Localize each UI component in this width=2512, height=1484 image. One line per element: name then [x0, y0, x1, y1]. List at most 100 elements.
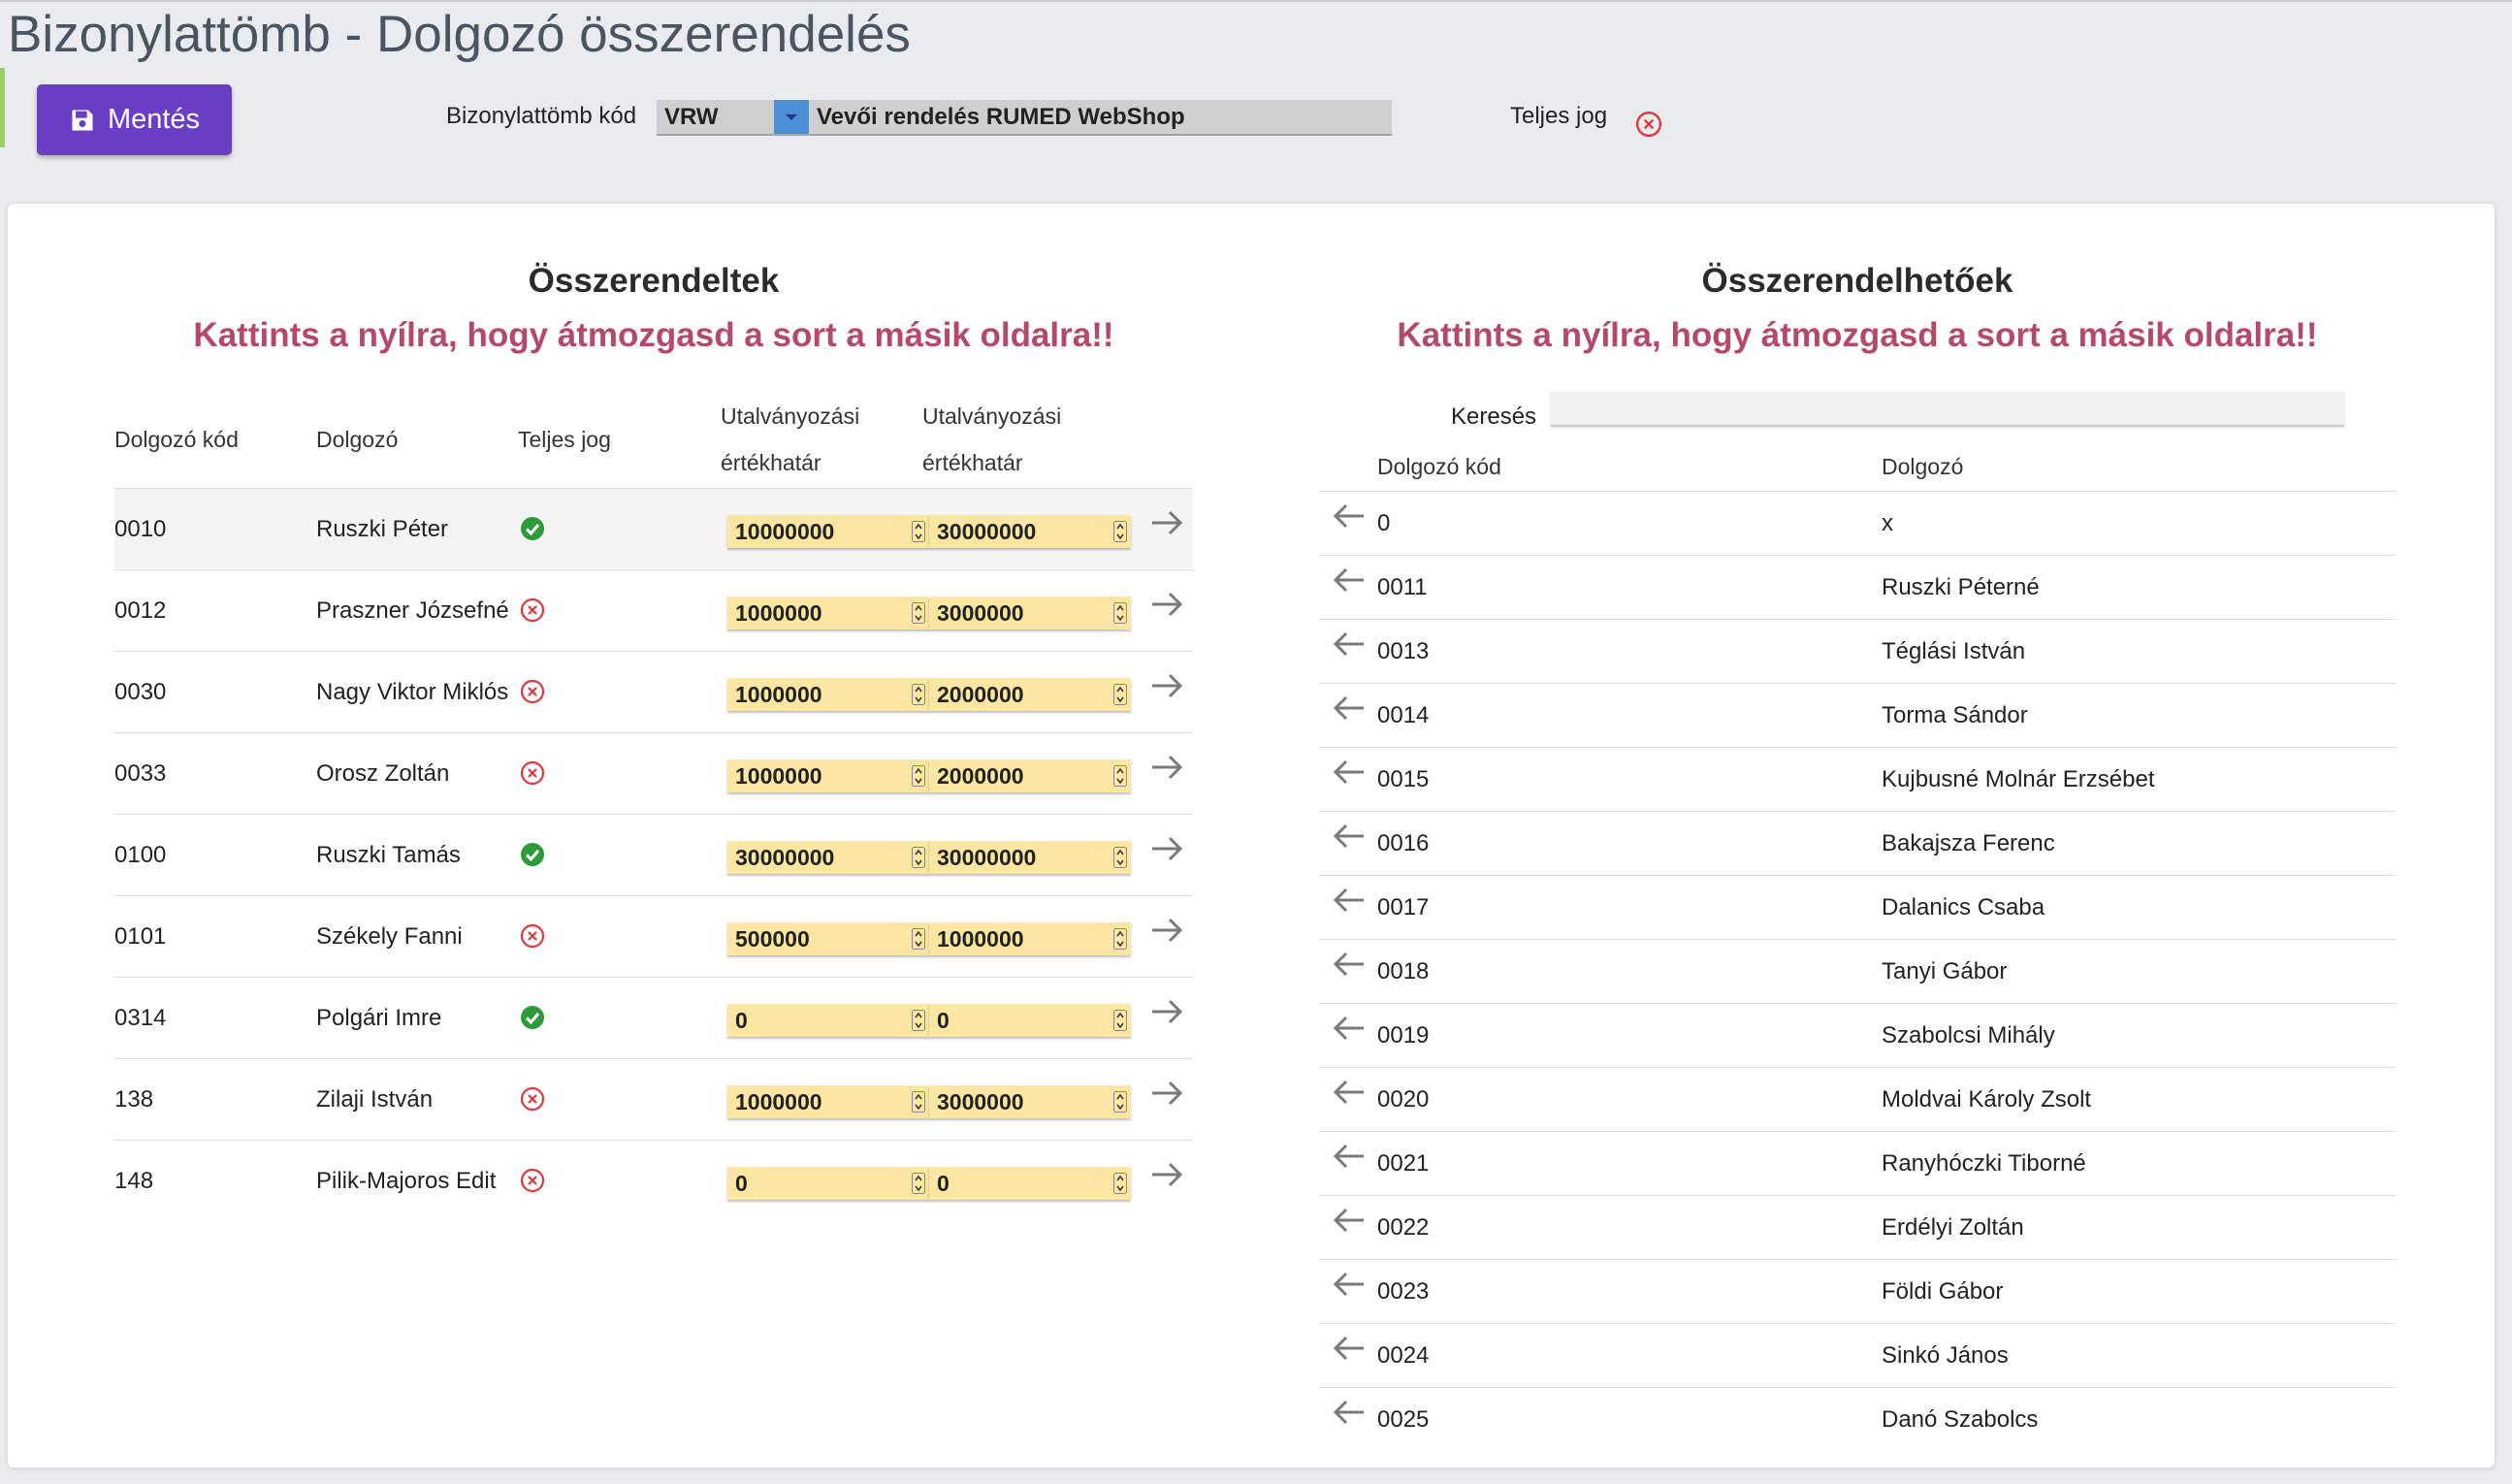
limit2-input[interactable]: 1000000	[929, 922, 1131, 955]
limit1-input[interactable]: 0	[727, 1004, 929, 1037]
spinner-icon[interactable]	[912, 1010, 925, 1031]
spinner-icon[interactable]	[1113, 928, 1127, 950]
row-name: Földi Gábor	[1882, 1278, 2004, 1305]
arrow-left-icon[interactable]	[1331, 1074, 1368, 1111]
code-select[interactable]: VRW Vevői rendelés RUMED WebShop	[657, 100, 1392, 136]
spinner-icon[interactable]	[912, 1173, 925, 1194]
header-limit1-bottom: értékhatár	[721, 450, 821, 475]
limit2-input[interactable]: 2000000	[929, 678, 1131, 711]
arrow-right-icon[interactable]	[1148, 1075, 1185, 1112]
x-circle-icon[interactable]	[1635, 111, 1662, 138]
limit2-value: 30000000	[937, 519, 1037, 544]
limit2-input[interactable]: 30000000	[929, 515, 1131, 548]
arrow-right-icon[interactable]	[1148, 667, 1185, 704]
spinner-icon[interactable]	[912, 928, 925, 950]
arrow-left-icon[interactable]	[1331, 1010, 1368, 1047]
arrow-right-icon[interactable]	[1148, 1156, 1185, 1193]
limit2-value: 2000000	[937, 763, 1024, 789]
list-item: 0024 Sinkó János	[1319, 1323, 2396, 1387]
spinner-icon[interactable]	[912, 684, 925, 705]
list-item: 0014 Torma Sándor	[1319, 683, 2396, 747]
arrow-left-icon[interactable]	[1331, 946, 1368, 983]
arrow-left-icon[interactable]	[1331, 690, 1368, 726]
row-code: 0025	[1377, 1406, 1430, 1433]
row-code: 138	[114, 1086, 154, 1113]
check-circle-icon[interactable]	[520, 516, 545, 541]
spinner-icon[interactable]	[1113, 1091, 1127, 1113]
spinner-icon[interactable]	[1113, 765, 1127, 787]
spinner-icon[interactable]	[1113, 684, 1127, 705]
spinner-icon[interactable]	[912, 765, 925, 787]
right-panel-hint: Kattints a nyílra, hogy átmozgasd a sort…	[1397, 316, 2318, 354]
arrow-right-icon[interactable]	[1148, 830, 1185, 867]
spinner-icon[interactable]	[912, 521, 925, 542]
limit2-input[interactable]: 2000000	[929, 759, 1131, 792]
left-accent-bar	[0, 68, 5, 147]
list-item: 0025 Danó Szabolcs	[1319, 1387, 2396, 1451]
x-circle-icon[interactable]	[520, 1086, 545, 1112]
arrow-right-icon[interactable]	[1148, 912, 1185, 949]
limit1-input[interactable]: 30000000	[727, 841, 929, 874]
spinner-icon[interactable]	[1113, 602, 1127, 624]
spinner-icon[interactable]	[912, 602, 925, 624]
row-code: 0021	[1377, 1150, 1430, 1177]
arrow-right-icon[interactable]	[1148, 504, 1185, 541]
arrow-right-icon[interactable]	[1148, 993, 1185, 1030]
save-button[interactable]: Mentés	[37, 84, 232, 155]
limit2-input[interactable]: 30000000	[929, 841, 1131, 874]
arrow-left-icon[interactable]	[1331, 1266, 1368, 1303]
arrow-left-icon[interactable]	[1331, 1138, 1368, 1175]
limit2-value: 0	[937, 1008, 950, 1033]
arrow-left-icon[interactable]	[1331, 562, 1368, 598]
limit1-input[interactable]: 1000000	[727, 759, 929, 792]
arrow-left-icon[interactable]	[1331, 754, 1368, 790]
check-circle-icon[interactable]	[520, 1005, 545, 1030]
row-name: Bakajsza Ferenc	[1882, 830, 2055, 856]
spinner-icon[interactable]	[1113, 521, 1127, 542]
arrow-left-icon[interactable]	[1331, 1394, 1368, 1431]
limit1-input[interactable]: 10000000	[727, 515, 929, 548]
spinner-icon[interactable]	[912, 1091, 925, 1113]
limit2-input[interactable]: 0	[929, 1004, 1131, 1037]
x-circle-icon[interactable]	[520, 1168, 545, 1193]
limit1-input[interactable]: 1000000	[727, 597, 929, 629]
spinner-icon[interactable]	[1113, 1010, 1127, 1031]
spinner-icon[interactable]	[1113, 1173, 1127, 1194]
limit1-value: 1000000	[735, 600, 822, 626]
arrow-right-icon[interactable]	[1148, 586, 1185, 623]
limit2-input[interactable]: 0	[929, 1167, 1131, 1200]
spinner-icon[interactable]	[1113, 847, 1127, 868]
x-circle-icon[interactable]	[520, 597, 545, 623]
arrow-left-icon[interactable]	[1331, 498, 1368, 534]
spinner-icon[interactable]	[912, 847, 925, 868]
left-panel-hint: Kattints a nyílra, hogy átmozgasd a sort…	[193, 316, 1114, 354]
limit2-input[interactable]: 3000000	[929, 1085, 1131, 1118]
limit1-input[interactable]: 1000000	[727, 678, 929, 711]
x-circle-icon[interactable]	[520, 679, 545, 704]
arrow-right-icon[interactable]	[1148, 749, 1185, 786]
arrow-left-icon[interactable]	[1331, 626, 1368, 662]
dropdown-arrow-icon[interactable]	[774, 100, 809, 134]
row-name: Torma Sándor	[1882, 702, 2028, 728]
x-circle-icon[interactable]	[520, 760, 545, 786]
arrow-left-icon[interactable]	[1331, 1330, 1368, 1367]
row-code: 0011	[1377, 574, 1428, 600]
limit1-value: 500000	[735, 926, 810, 952]
limit1-input[interactable]: 500000	[727, 922, 929, 955]
right-panel-title: Összerendelhetőek	[1701, 262, 2013, 300]
limit2-value: 2000000	[937, 682, 1024, 707]
x-circle-icon[interactable]	[520, 923, 545, 949]
check-circle-icon[interactable]	[520, 842, 545, 867]
limit1-input[interactable]: 1000000	[727, 1085, 929, 1118]
arrow-left-icon[interactable]	[1331, 1202, 1368, 1239]
row-name: Nagy Viktor Miklós	[316, 679, 509, 705]
code-description: Vevői rendelés RUMED WebShop	[817, 103, 1185, 130]
arrow-left-icon[interactable]	[1331, 818, 1368, 855]
arrow-left-icon[interactable]	[1331, 882, 1368, 919]
limit2-input[interactable]: 3000000	[929, 597, 1131, 629]
row-code: 0033	[114, 760, 167, 787]
search-label: Keresés	[1451, 403, 1537, 430]
row-name: Praszner Józsefné	[316, 597, 509, 624]
limit1-input[interactable]: 0	[727, 1167, 929, 1200]
search-input[interactable]	[1551, 392, 2344, 427]
